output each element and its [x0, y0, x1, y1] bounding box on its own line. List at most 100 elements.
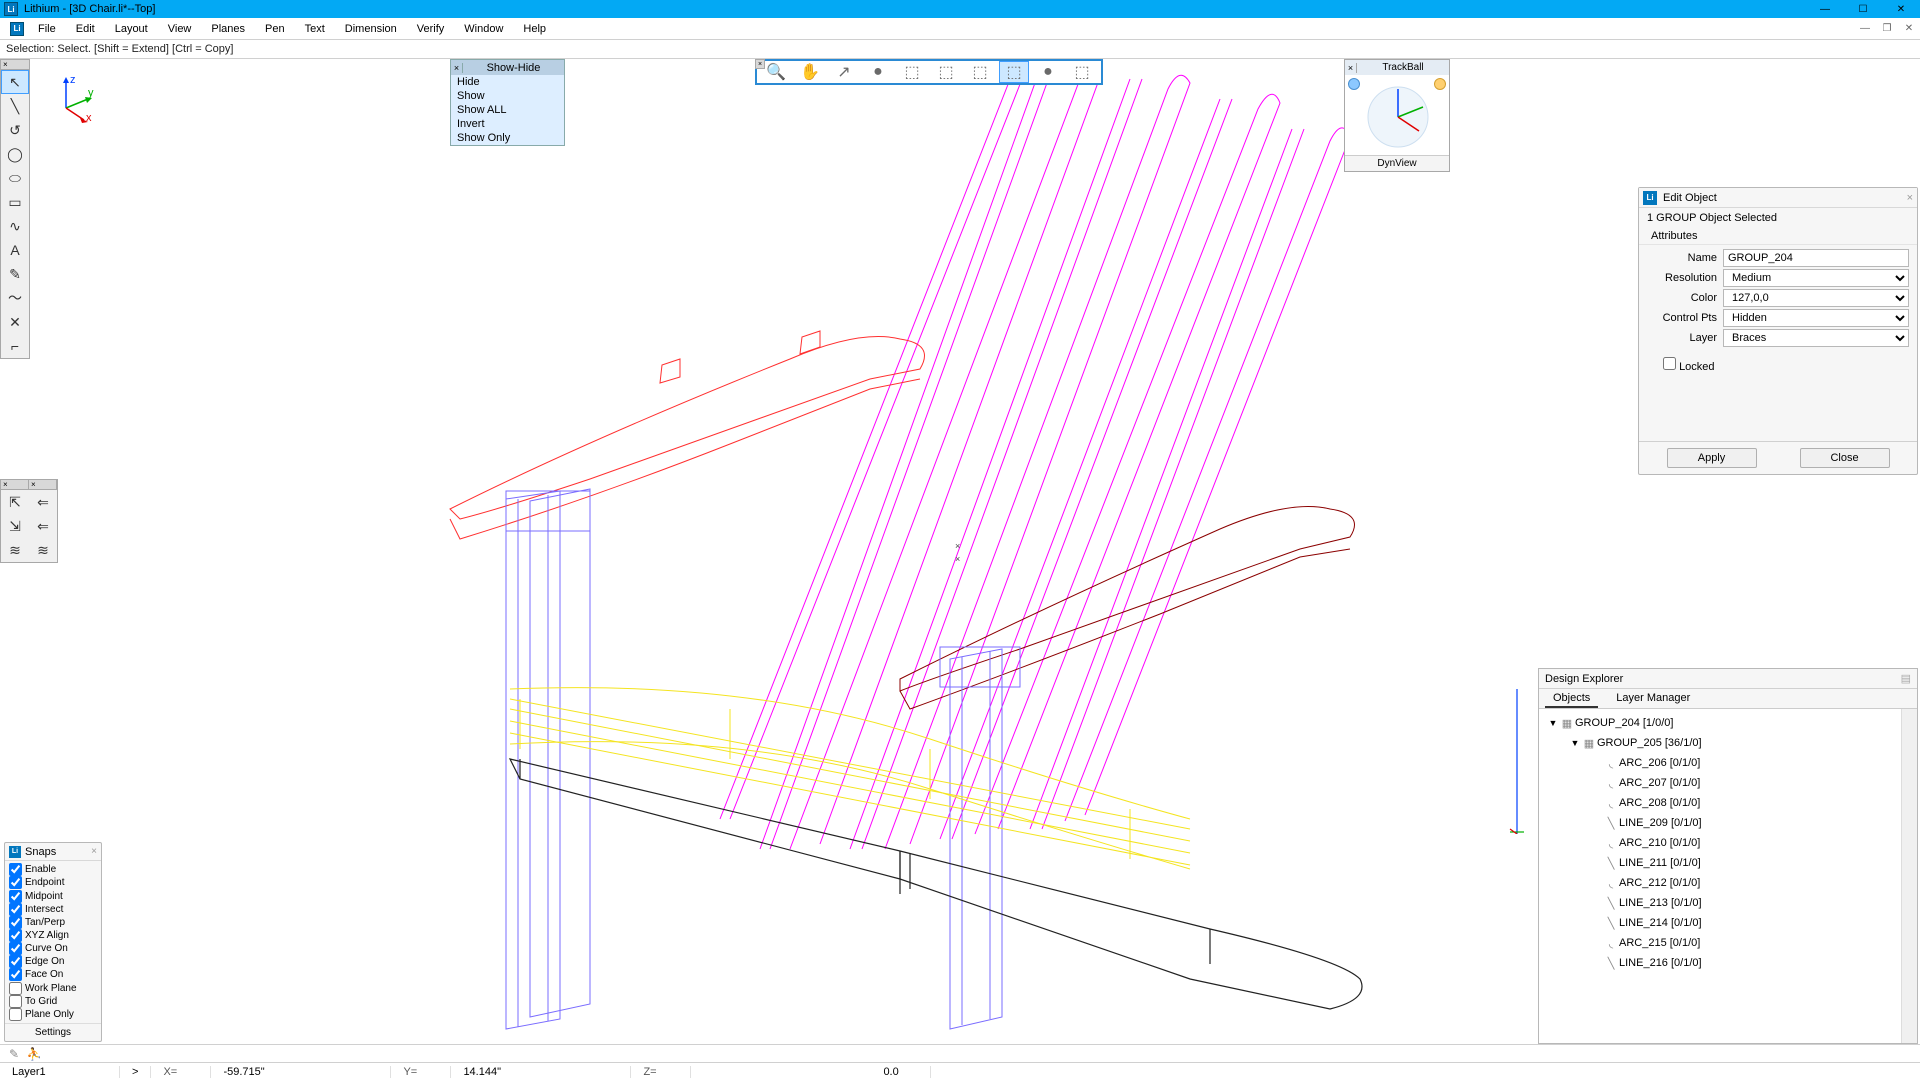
resolution-select[interactable]: Medium	[1723, 269, 1909, 287]
tool-button[interactable]: ↖	[1, 70, 29, 94]
tool-button[interactable]: ✕	[1, 310, 29, 334]
panel-grip-icon[interactable]: ▤	[1901, 672, 1911, 685]
tab-layer-manager[interactable]: Layer Manager	[1608, 690, 1698, 708]
tree-node[interactable]: ╲LINE_213 [0/1/0]	[1541, 893, 1915, 913]
menu-planes[interactable]: Planes	[201, 21, 255, 37]
tree-node[interactable]: ◟ARC_212 [0/1/0]	[1541, 873, 1915, 893]
minimize-button[interactable]: —	[1806, 0, 1844, 18]
tool-button[interactable]: ≋	[29, 538, 57, 562]
view-mode-button[interactable]: ⬚	[1067, 61, 1097, 83]
object-tree[interactable]: ▼▦GROUP_204 [1/0/0]▼▦GROUP_205 [36/1/0]◟…	[1539, 709, 1917, 1043]
close-button[interactable]: Close	[1800, 448, 1890, 468]
showhide-option[interactable]: Show ALL	[451, 103, 564, 117]
view-mode-button[interactable]: ⬚	[931, 61, 961, 83]
mdi-minimize[interactable]: —	[1854, 23, 1876, 34]
tool-button[interactable]: ⌐	[1, 334, 29, 358]
snap-option[interactable]: Intersect	[9, 903, 97, 916]
menu-edit[interactable]: Edit	[66, 21, 105, 37]
view-mode-button[interactable]: 🔍	[761, 61, 791, 83]
tool-button[interactable]: ⇱	[1, 490, 29, 514]
palette-close[interactable]: ×	[29, 480, 57, 490]
pencil-icon[interactable]: ✎	[6, 1047, 22, 1061]
trackball-widget[interactable]	[1345, 75, 1449, 155]
palette-close[interactable]: ×	[1, 480, 29, 490]
menu-verify[interactable]: Verify	[407, 21, 455, 37]
tool-button[interactable]: A	[1, 238, 29, 262]
tree-twisty-icon[interactable]: ▼	[1547, 718, 1559, 728]
view-mode-button[interactable]: ●	[863, 61, 893, 83]
close-button[interactable]: ✕	[1882, 0, 1920, 18]
tree-node[interactable]: ╲LINE_216 [0/1/0]	[1541, 953, 1915, 973]
snap-option[interactable]: Work Plane	[9, 982, 97, 995]
view-mode-button[interactable]: ⬚	[897, 61, 927, 83]
tree-node[interactable]: ╲LINE_214 [0/1/0]	[1541, 913, 1915, 933]
tree-node[interactable]: ◟ARC_215 [0/1/0]	[1541, 933, 1915, 953]
controlpts-select[interactable]: Hidden	[1723, 309, 1909, 327]
snap-option[interactable]: Edge On	[9, 955, 97, 968]
tree-twisty-icon[interactable]: ▼	[1569, 738, 1581, 748]
showhide-option[interactable]: Invert	[451, 117, 564, 131]
snap-option[interactable]: Enable	[9, 863, 97, 876]
status-layer[interactable]: Layer1	[0, 1066, 120, 1078]
tree-node[interactable]: ◟ARC_207 [0/1/0]	[1541, 773, 1915, 793]
tree-node[interactable]: ◟ARC_208 [0/1/0]	[1541, 793, 1915, 813]
snap-option[interactable]: Plane Only	[9, 1008, 97, 1021]
close-icon[interactable]: ×	[755, 59, 765, 69]
tree-node[interactable]: ▼▦GROUP_204 [1/0/0]	[1541, 713, 1915, 733]
tool-button[interactable]: ↺	[1, 118, 29, 142]
tree-node[interactable]: ╲LINE_211 [0/1/0]	[1541, 853, 1915, 873]
menu-view[interactable]: View	[158, 21, 202, 37]
tool-button[interactable]: ╲	[1, 94, 29, 118]
maximize-button[interactable]: ☐	[1844, 0, 1882, 18]
snap-option[interactable]: XYZ Align	[9, 929, 97, 942]
showhide-option[interactable]: Show	[451, 89, 564, 103]
menu-dimension[interactable]: Dimension	[335, 21, 407, 37]
status-arrow[interactable]: >	[120, 1066, 151, 1078]
menu-file[interactable]: File	[28, 21, 66, 37]
snaps-settings-button[interactable]: Settings	[5, 1023, 101, 1041]
tool-button[interactable]: ✎	[1, 262, 29, 286]
tool-button[interactable]: ∿	[1, 214, 29, 238]
snap-option[interactable]: To Grid	[9, 995, 97, 1008]
close-icon[interactable]: ×	[1345, 63, 1357, 73]
scrollbar[interactable]	[1901, 709, 1917, 1043]
view-mode-button[interactable]: ⬚	[999, 61, 1029, 83]
palette-close[interactable]: ×	[1, 60, 29, 70]
tree-node[interactable]: ▼▦GROUP_205 [36/1/0]	[1541, 733, 1915, 753]
mdi-close[interactable]: ✕	[1898, 23, 1920, 34]
menu-help[interactable]: Help	[513, 21, 556, 37]
menu-window[interactable]: Window	[454, 21, 513, 37]
tree-node[interactable]: ◟ARC_206 [0/1/0]	[1541, 753, 1915, 773]
tool-button[interactable]: ⬭	[1, 166, 29, 190]
apply-button[interactable]: Apply	[1667, 448, 1757, 468]
tool-button[interactable]: ≋	[1, 538, 29, 562]
snap-option[interactable]: Endpoint	[9, 876, 97, 889]
snap-option[interactable]: Face On	[9, 968, 97, 981]
color-select[interactable]: 127,0,0	[1723, 289, 1909, 307]
snap-option[interactable]: Curve On	[9, 942, 97, 955]
name-field[interactable]	[1723, 249, 1909, 267]
tool-button[interactable]: ⇲	[1, 514, 29, 538]
tree-node[interactable]: ╲LINE_209 [0/1/0]	[1541, 813, 1915, 833]
layer-select[interactable]: Braces	[1723, 329, 1909, 347]
close-icon[interactable]: ×	[91, 846, 97, 857]
showhide-option[interactable]: Hide	[451, 75, 564, 89]
view-mode-button[interactable]: ⬚	[965, 61, 995, 83]
tab-objects[interactable]: Objects	[1545, 690, 1598, 708]
showhide-option[interactable]: Show Only	[451, 131, 564, 145]
tool-button[interactable]: ◯	[1, 142, 29, 166]
snap-option[interactable]: Midpoint	[9, 890, 97, 903]
workspace[interactable]: × × × ↖╲↺◯⬭▭∿A✎～✕⌐ ×× ⇱⇐⇲⇐≋≋ z y x × Sho…	[0, 59, 1920, 1044]
tree-node[interactable]: ◟ARC_210 [0/1/0]	[1541, 833, 1915, 853]
menu-layout[interactable]: Layout	[105, 21, 158, 37]
close-icon[interactable]: ×	[1907, 192, 1913, 204]
tool-button[interactable]: ～	[1, 286, 29, 310]
tool-button[interactable]: ⇐	[29, 514, 57, 538]
menu-text[interactable]: Text	[295, 21, 335, 37]
close-icon[interactable]: ×	[451, 63, 463, 73]
tool-button[interactable]: ▭	[1, 190, 29, 214]
snap-option[interactable]: Tan/Perp	[9, 916, 97, 929]
menu-pen[interactable]: Pen	[255, 21, 295, 37]
view-mode-button[interactable]: ↗	[829, 61, 859, 83]
tool-button[interactable]: ⇐	[29, 490, 57, 514]
